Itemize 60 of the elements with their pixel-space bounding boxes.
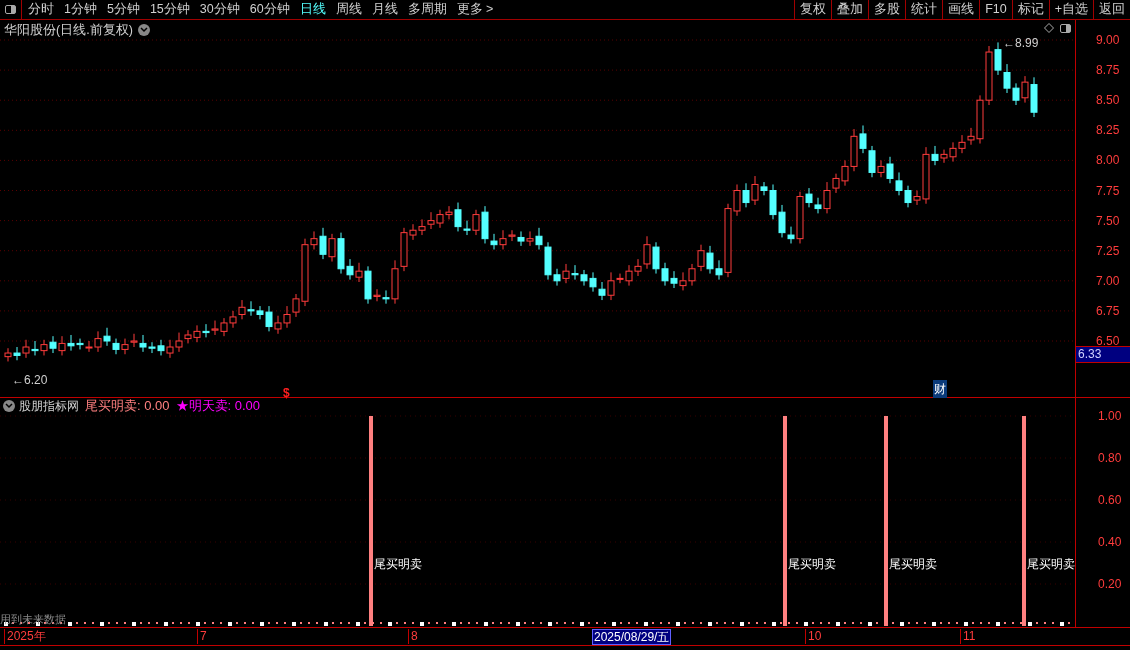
period-tab[interactable]: 日线: [299, 0, 326, 19]
period-tab[interactable]: 多周期: [407, 0, 447, 19]
panel-toggle-icon[interactable]: [1060, 23, 1071, 33]
diamond-icon[interactable]: [1044, 23, 1054, 33]
price-label: 6.75: [1096, 304, 1120, 317]
toolbar-button[interactable]: +自选: [1048, 0, 1093, 19]
dividend-marker[interactable]: $: [283, 384, 290, 402]
indicator-axis-label: 0.80: [1098, 452, 1122, 464]
price-label: 8.00: [1096, 154, 1120, 167]
toolbar-button[interactable]: 多股: [868, 0, 906, 19]
indicator-value: ★明天卖: 0.00: [175, 396, 261, 415]
chevron-down-icon[interactable]: [3, 399, 15, 412]
chevron-down-icon[interactable]: [137, 24, 150, 37]
period-tab[interactable]: 月线: [371, 0, 398, 19]
price-label: 8.25: [1096, 124, 1120, 137]
period-tab[interactable]: 更多 >: [456, 0, 494, 19]
price-label: 9.00: [1096, 34, 1120, 46]
indicator-axis-label: 0.20: [1098, 578, 1122, 590]
signal-label: 尾买明卖: [374, 556, 422, 573]
period-tab[interactable]: 1分钟: [64, 0, 97, 19]
price-label: 7.25: [1096, 244, 1120, 257]
time-axis-label[interactable]: 2025/08/29/五: [592, 629, 672, 645]
toolbar-button[interactable]: 画线: [942, 0, 980, 19]
high-price-marker: ←8.99: [1003, 35, 1039, 52]
toolbar-button[interactable]: 标记: [1011, 0, 1049, 19]
time-axis-label: 7: [197, 629, 207, 644]
period-tab[interactable]: 周线: [335, 0, 362, 19]
future-data-note: 用到未来数据: [0, 612, 66, 627]
signal-label: 尾买明卖: [788, 556, 836, 573]
price-label: 8.50: [1096, 94, 1120, 107]
time-axis-label: 10: [805, 629, 822, 644]
time-axis-label: 8: [408, 629, 418, 644]
current-price-label: 6.33: [1076, 346, 1130, 363]
toolbar-button[interactable]: 叠加: [831, 0, 869, 19]
price-label: 8.75: [1096, 64, 1120, 77]
signal-label: 尾买明卖: [889, 556, 937, 573]
period-tab[interactable]: 15分钟: [149, 0, 190, 19]
indicator-name: 股朋指标网: [19, 397, 79, 415]
price-label: 6.50: [1096, 335, 1120, 347]
indicator-value: 尾买明卖: 0.00: [85, 396, 170, 415]
time-axis-label: 11: [960, 629, 976, 644]
indicator-axis-label: 1.00: [1098, 410, 1122, 422]
indicator-axis-label: 0.40: [1098, 536, 1122, 548]
chart-title: 华阳股份(日线.前复权): [4, 22, 133, 39]
period-tab[interactable]: 30分钟: [199, 0, 240, 19]
period-tab[interactable]: 5分钟: [106, 0, 140, 19]
price-label: 7.75: [1096, 184, 1120, 197]
signal-label: 尾买明卖: [1027, 556, 1075, 573]
toolbar-button[interactable]: 复权: [794, 0, 832, 19]
price-label: 7.00: [1096, 274, 1120, 287]
low-price-marker: ←6.20: [12, 372, 48, 389]
price-label: 7.50: [1096, 214, 1120, 227]
toolbar-button[interactable]: 统计: [905, 0, 943, 19]
period-tab[interactable]: 60分钟: [249, 0, 290, 19]
indicator-axis-label: 0.60: [1098, 494, 1122, 506]
period-tab[interactable]: 分时: [28, 0, 54, 19]
time-axis-label: 2025年: [4, 629, 46, 644]
toolbar-button[interactable]: F10: [979, 0, 1012, 19]
finance-marker[interactable]: 财: [933, 380, 947, 398]
toolbar-button[interactable]: 返回: [1093, 0, 1130, 19]
